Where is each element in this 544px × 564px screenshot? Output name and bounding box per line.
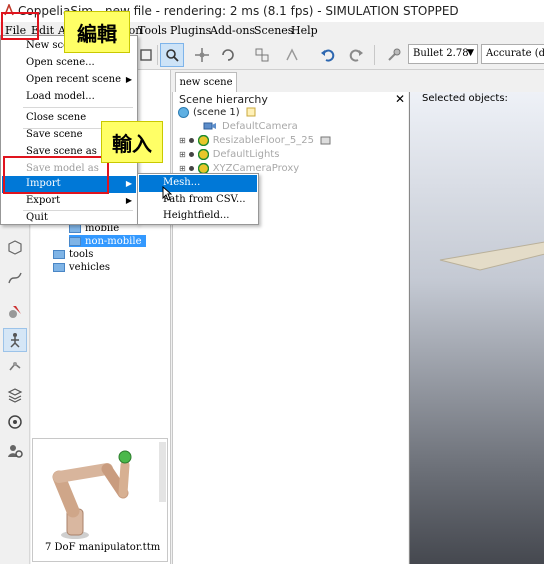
menu-item-export[interactable]: Export ▶ bbox=[2, 193, 136, 210]
highlight-import-menu bbox=[3, 156, 109, 194]
globe-icon bbox=[178, 106, 189, 118]
close-icon[interactable]: ✕ bbox=[395, 92, 405, 106]
menu-item-open-recent-scene[interactable]: Open recent scene ▶ bbox=[2, 72, 136, 89]
model-icon bbox=[197, 148, 209, 160]
path-icon[interactable] bbox=[3, 266, 27, 290]
expand-icon[interactable]: ⊞ bbox=[179, 164, 186, 173]
menu-add-ons[interactable]: Add-ons bbox=[210, 24, 255, 37]
script-icon bbox=[320, 136, 331, 144]
selected-objects-label: Selected objects: bbox=[422, 93, 508, 104]
model-icon bbox=[197, 162, 209, 174]
folder-icon bbox=[53, 262, 65, 272]
menu-plugins[interactable]: Plugins bbox=[170, 24, 211, 37]
shape-edit-icon[interactable] bbox=[3, 300, 27, 324]
menu-item-path-from-csv[interactable]: Path from CSV... bbox=[139, 192, 257, 209]
assemble-icon[interactable] bbox=[250, 43, 274, 67]
film-icon[interactable] bbox=[3, 410, 27, 434]
folder-tools[interactable]: tools bbox=[53, 248, 93, 260]
dynamics-icon[interactable] bbox=[382, 43, 406, 67]
user-settings-icon[interactable] bbox=[3, 438, 27, 462]
camera-icon bbox=[203, 122, 216, 130]
callout-edit: 編輯 bbox=[64, 11, 130, 53]
callout-import: 輸入 bbox=[101, 121, 163, 163]
tree-item-defaultcamera[interactable]: DefaultCamera bbox=[203, 119, 298, 133]
object-rotate-icon[interactable] bbox=[216, 43, 240, 67]
thumbnail-scrollbar[interactable] bbox=[159, 442, 166, 502]
model-browser-icon[interactable] bbox=[3, 328, 27, 352]
transfer-dna-icon[interactable] bbox=[280, 43, 304, 67]
expand-icon[interactable]: ⊞ bbox=[179, 136, 186, 145]
menu-help[interactable]: Help bbox=[291, 24, 318, 37]
object-shift-icon[interactable] bbox=[190, 43, 214, 67]
scene-viewport[interactable]: Selected objects: bbox=[409, 92, 544, 564]
submenu-arrow-icon: ▶ bbox=[125, 75, 132, 84]
chevron-down-icon: ▼ bbox=[467, 48, 474, 58]
menu-item-mesh[interactable]: Mesh... bbox=[139, 175, 257, 192]
folder-icon bbox=[69, 236, 81, 246]
manipulator-preview-image bbox=[52, 450, 132, 539]
mouse-cursor-icon bbox=[162, 186, 172, 201]
folder-vehicles[interactable]: vehicles bbox=[53, 261, 110, 273]
calculation-modules-icon[interactable] bbox=[3, 235, 27, 259]
highlight-file-menu bbox=[1, 12, 39, 40]
menu-item-quit[interactable]: Quit bbox=[2, 210, 136, 227]
menu-item-open-scene[interactable]: Open scene... bbox=[2, 55, 136, 72]
scene-tabs: new scene bbox=[172, 70, 408, 92]
import-submenu: Mesh... Path from CSV... Heightfield... bbox=[137, 173, 259, 225]
script-icon bbox=[246, 107, 256, 117]
thumbnail-label: 7 DoF manipulator.ttm bbox=[45, 542, 161, 553]
model-icon bbox=[197, 134, 209, 146]
submenu-arrow-icon: ▶ bbox=[125, 196, 132, 205]
physics-engine-select[interactable]: Bullet 2.78 ▼ bbox=[408, 44, 478, 64]
accuracy-select[interactable]: Accurate (default) bbox=[481, 44, 544, 64]
tree-item-defaultlights[interactable]: ⊞ DefaultLights bbox=[179, 147, 279, 161]
menu-tools[interactable]: Tools bbox=[138, 24, 167, 37]
tab-new-scene[interactable]: new scene bbox=[175, 72, 237, 92]
scene-hierarchy-panel: Scene hierarchy ✕ (scene 1) DefaultCamer… bbox=[172, 92, 408, 564]
ik-icon[interactable] bbox=[3, 352, 27, 376]
menu-scenes[interactable]: Scenes bbox=[254, 24, 293, 37]
expand-icon[interactable]: ⊞ bbox=[179, 150, 186, 159]
menu-item-heightfield[interactable]: Heightfield... bbox=[139, 208, 257, 225]
submenu-arrow-icon: ▶ bbox=[125, 179, 132, 188]
tree-item-floor[interactable]: ⊞ ResizableFloor_5_25 bbox=[179, 133, 331, 147]
scene-root[interactable]: (scene 1) bbox=[178, 105, 256, 119]
click-select-icon[interactable] bbox=[160, 43, 184, 67]
layers-icon[interactable] bbox=[3, 383, 27, 407]
floor-plane bbox=[439, 241, 544, 271]
undo-icon[interactable] bbox=[316, 43, 340, 67]
folder-icon bbox=[53, 249, 65, 259]
menu-item-load-model[interactable]: Load model... bbox=[2, 89, 136, 106]
folder-non-mobile[interactable]: non-mobile bbox=[69, 235, 146, 247]
redo-icon[interactable] bbox=[344, 43, 368, 67]
